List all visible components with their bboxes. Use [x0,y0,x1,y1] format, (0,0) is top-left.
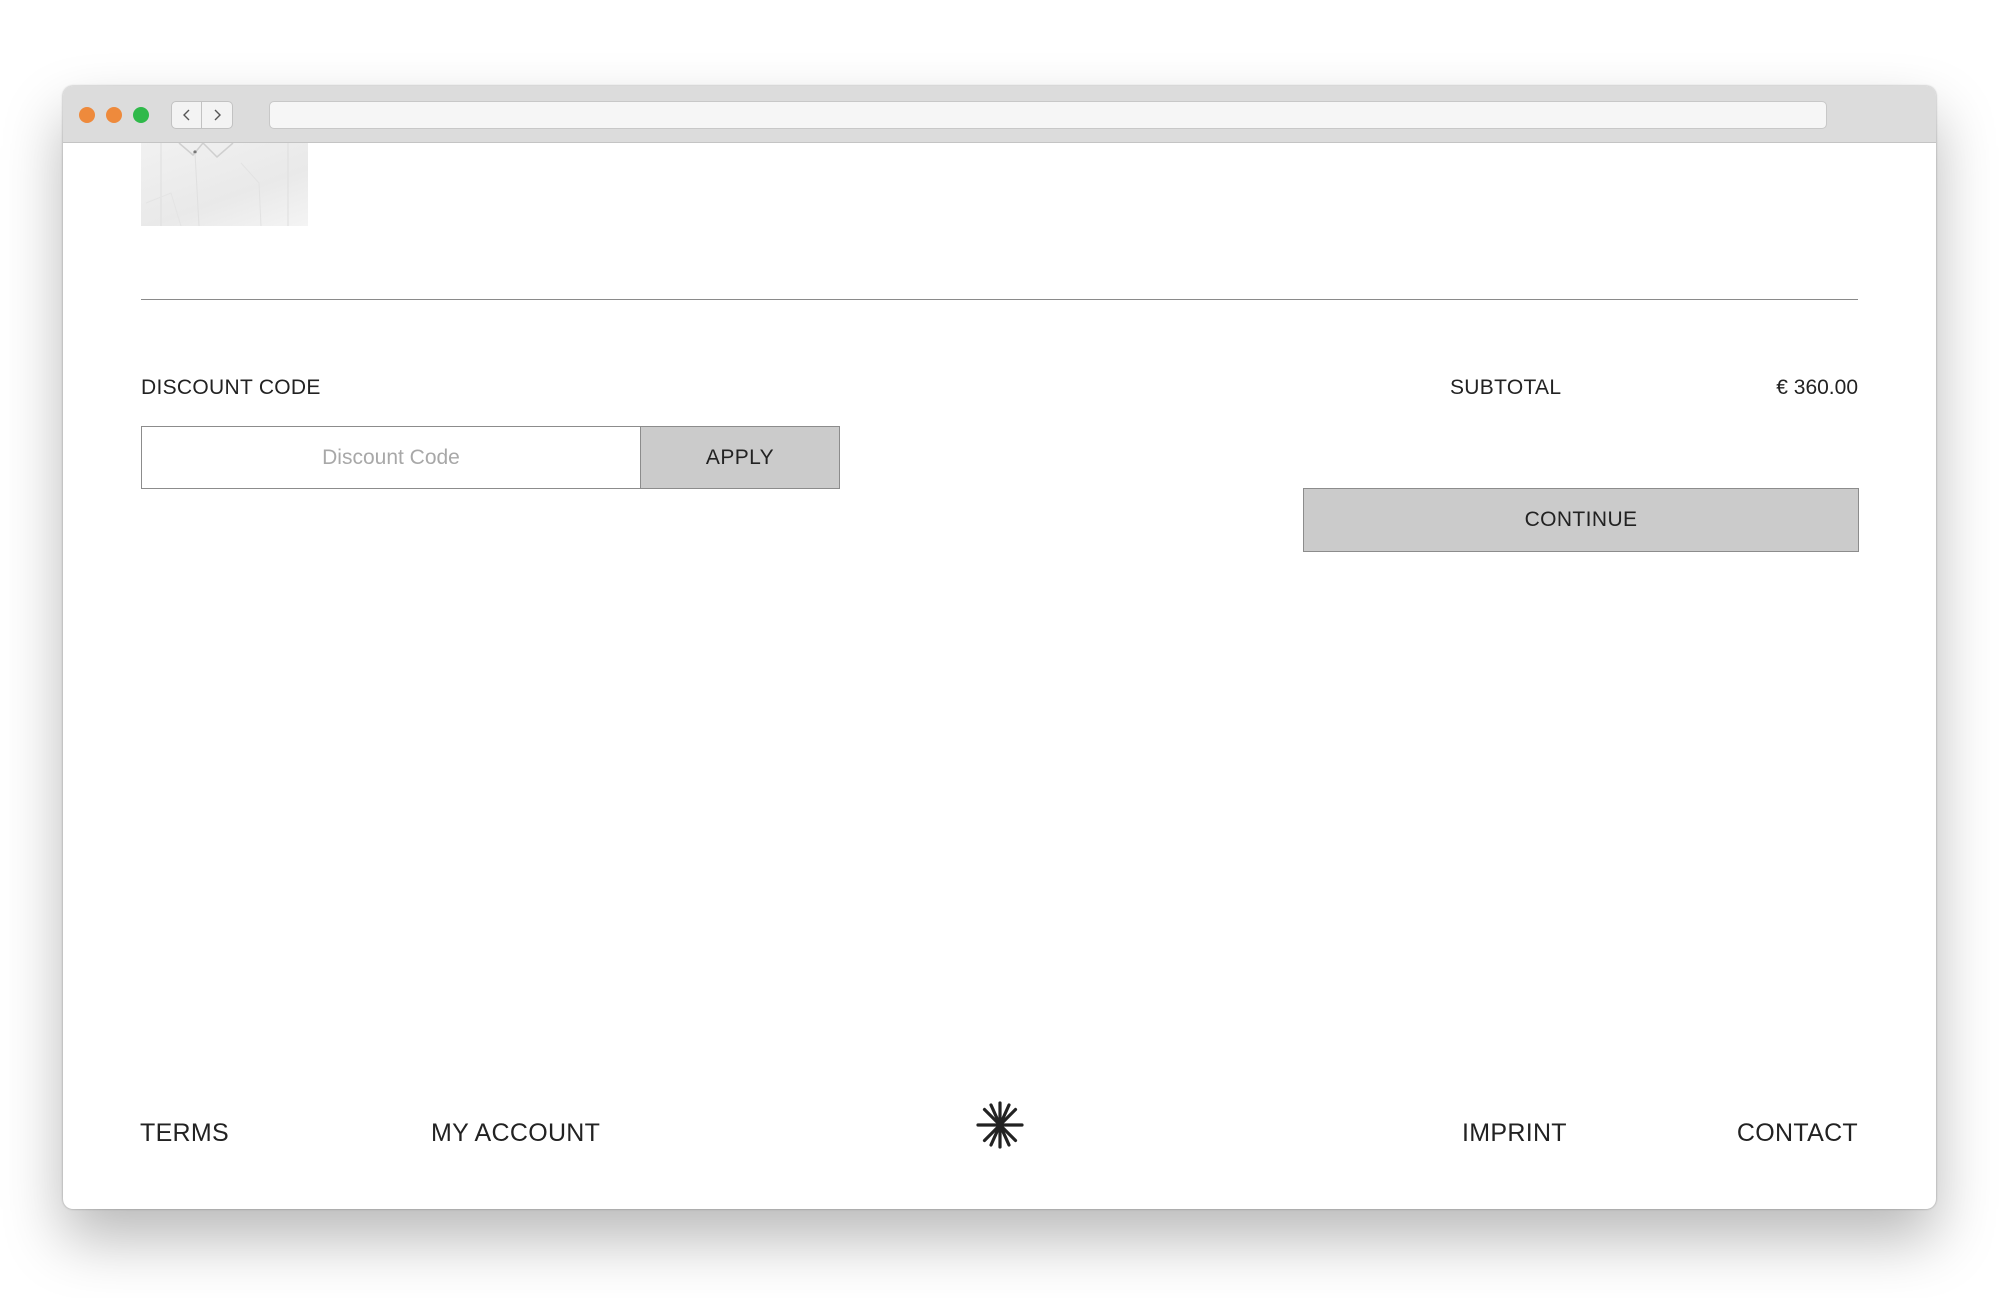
browser-titlebar [63,86,1936,143]
chevron-right-icon [214,109,221,121]
page-content: DISCOUNT CODE APPLY SUBTOTAL € 360.00 CO… [63,143,1936,1209]
forward-button[interactable] [202,101,233,129]
footer-link-imprint[interactable]: IMPRINT [1462,1119,1567,1148]
chevron-left-icon [182,109,189,121]
minimize-window-button[interactable] [106,107,122,123]
apply-discount-button[interactable]: APPLY [640,426,840,489]
back-button[interactable] [171,101,202,129]
address-bar[interactable] [269,101,1827,129]
subtotal-value: € 360.00 [1776,376,1858,399]
footer-link-my-account[interactable]: MY ACCOUNT [431,1119,600,1148]
maximize-window-button[interactable] [133,107,149,123]
cart-divider [141,299,1858,300]
continue-button[interactable]: CONTINUE [1303,488,1859,552]
asterisk-logo-icon[interactable] [976,1101,1024,1149]
shirt-image [145,143,289,226]
close-window-button[interactable] [79,107,95,123]
browser-window: DISCOUNT CODE APPLY SUBTOTAL € 360.00 CO… [63,86,1936,1209]
discount-code-input[interactable] [141,426,641,489]
product-image[interactable] [141,143,308,226]
subtotal-label: SUBTOTAL [1450,376,1562,399]
discount-code-label: DISCOUNT CODE [141,376,321,399]
footer-link-terms[interactable]: TERMS [140,1119,229,1148]
footer-link-contact[interactable]: CONTACT [1737,1119,1858,1148]
